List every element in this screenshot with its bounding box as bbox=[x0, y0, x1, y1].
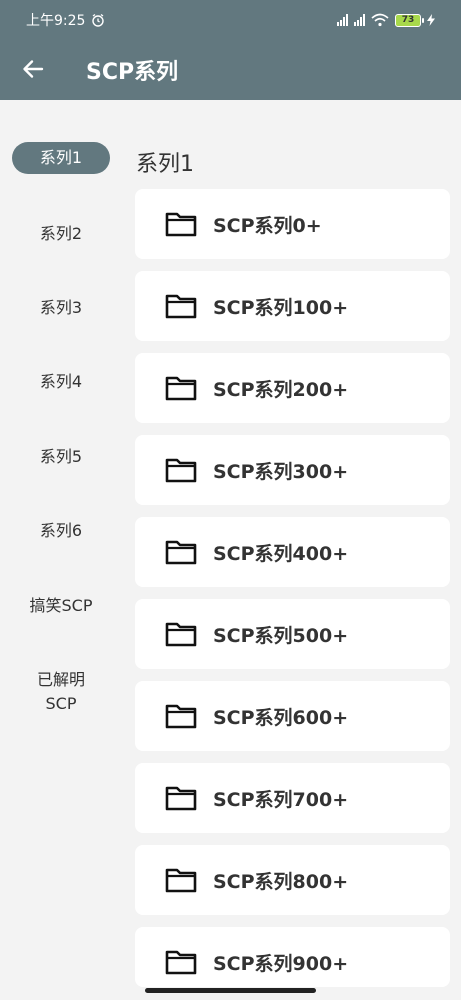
folder-icon bbox=[165, 376, 197, 401]
series-card[interactable]: SCP系列0+ bbox=[135, 189, 450, 259]
home-indicator[interactable] bbox=[145, 988, 316, 993]
folder-icon bbox=[165, 950, 197, 975]
sidebar-item-series-4[interactable]: 系列4 bbox=[12, 370, 110, 394]
series-card[interactable]: SCP系列800+ bbox=[135, 845, 450, 915]
series-card[interactable]: SCP系列900+ bbox=[135, 927, 450, 987]
folder-icon bbox=[165, 212, 197, 237]
folder-icon bbox=[165, 868, 197, 893]
sidebar-item-joke-scp[interactable]: 搞笑SCP bbox=[12, 594, 110, 618]
folder-icon bbox=[165, 540, 197, 565]
folder-icon bbox=[165, 786, 197, 811]
sidebar-item-series-3[interactable]: 系列3 bbox=[12, 296, 110, 320]
folder-icon bbox=[165, 704, 197, 729]
sidebar-item-series-6[interactable]: 系列6 bbox=[12, 519, 110, 543]
toolbar: SCP系列 bbox=[0, 40, 461, 100]
card-label: SCP系列300+ bbox=[213, 461, 349, 483]
alarm-icon bbox=[92, 13, 105, 27]
page-title: SCP系列 bbox=[86, 60, 179, 85]
signal-icon bbox=[354, 14, 365, 26]
card-label: SCP系列400+ bbox=[213, 543, 349, 565]
series-card[interactable]: SCP系列200+ bbox=[135, 353, 450, 423]
card-label: SCP系列500+ bbox=[213, 625, 349, 647]
folder-icon bbox=[165, 294, 197, 319]
back-arrow-icon[interactable] bbox=[22, 58, 44, 80]
card-label: SCP系列100+ bbox=[213, 297, 349, 319]
card-label: SCP系列800+ bbox=[213, 871, 349, 893]
sidebar-item-series-5[interactable]: 系列5 bbox=[12, 445, 110, 469]
folder-icon bbox=[165, 622, 197, 647]
series-card[interactable]: SCP系列100+ bbox=[135, 271, 450, 341]
wifi-icon bbox=[371, 13, 389, 27]
sidebar-item-series-2[interactable]: 系列2 bbox=[12, 222, 110, 246]
series-card[interactable]: SCP系列500+ bbox=[135, 599, 450, 669]
sidebar-item-series-1[interactable]: 系列1 bbox=[12, 142, 110, 174]
card-label: SCP系列200+ bbox=[213, 379, 349, 401]
status-time: 上午9:25 bbox=[26, 13, 86, 29]
series-card[interactable]: SCP系列700+ bbox=[135, 763, 450, 833]
card-label: SCP系列600+ bbox=[213, 707, 349, 729]
card-label: SCP系列900+ bbox=[213, 953, 349, 975]
section-title: 系列1 bbox=[136, 152, 194, 177]
series-card[interactable]: SCP系列600+ bbox=[135, 681, 450, 751]
card-label: SCP系列700+ bbox=[213, 789, 349, 811]
signal-icon bbox=[337, 14, 348, 26]
series-card[interactable]: SCP系列300+ bbox=[135, 435, 450, 505]
sidebar-item-explained-scp[interactable]: 已解明 SCP bbox=[12, 668, 110, 716]
sidebar: 系列1 系列2 系列3 系列4 系列5 系列6 搞笑SCP 已解明 SCP bbox=[0, 100, 122, 1000]
status-left: 上午9:25 bbox=[26, 10, 105, 30]
card-label: SCP系列0+ bbox=[213, 215, 322, 237]
status-right: 73 bbox=[337, 13, 435, 27]
app-bar: 上午9:25 73 SCP系列 bbox=[0, 0, 461, 100]
status-bar: 上午9:25 73 bbox=[0, 0, 461, 40]
battery-icon: 73 bbox=[395, 13, 424, 27]
series-card[interactable]: SCP系列400+ bbox=[135, 517, 450, 587]
folder-icon bbox=[165, 458, 197, 483]
charging-icon bbox=[427, 14, 435, 26]
